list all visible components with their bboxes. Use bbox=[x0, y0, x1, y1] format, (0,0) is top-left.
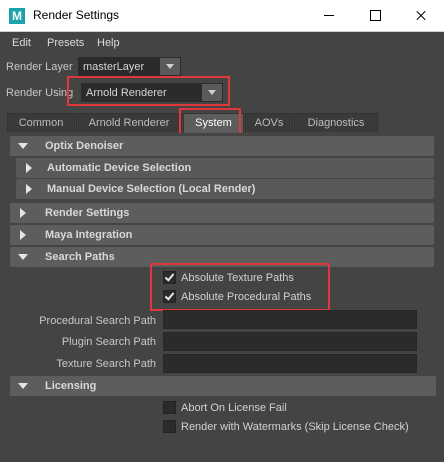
maya-app-icon: M bbox=[9, 8, 25, 24]
chevron-down-icon bbox=[202, 84, 222, 101]
procedural-search-path-input[interactable] bbox=[163, 310, 417, 329]
render-with-watermarks-label: Render with Watermarks (Skip License Che… bbox=[181, 421, 409, 433]
frame-label: Maya Integration bbox=[45, 229, 133, 241]
close-button[interactable] bbox=[398, 0, 444, 32]
title-bar: M Render Settings bbox=[0, 0, 444, 32]
frame-label: Manual Device Selection (Local Render) bbox=[47, 183, 256, 195]
tab-bar: Common Arnold Renderer System AOVs Diagn… bbox=[0, 113, 444, 133]
absolute-texture-paths-label: Absolute Texture Paths bbox=[181, 272, 294, 284]
frame-label: Licensing bbox=[45, 380, 97, 392]
collapse-arrow-icon bbox=[18, 383, 28, 389]
render-using-value: Arnold Renderer bbox=[86, 87, 167, 99]
window-title: Render Settings bbox=[33, 8, 120, 22]
frame-label: Search Paths bbox=[45, 251, 115, 263]
frame-label: Render Settings bbox=[45, 207, 130, 219]
tab-aovs[interactable]: AOVs bbox=[245, 113, 293, 132]
abort-on-license-fail-checkbox[interactable] bbox=[163, 401, 176, 414]
absolute-procedural-paths-checkbox[interactable] bbox=[163, 290, 176, 303]
collapse-arrow-icon bbox=[18, 254, 28, 260]
texture-search-path-input[interactable] bbox=[163, 354, 417, 373]
checkmark-icon bbox=[164, 271, 175, 282]
collapse-arrow-icon bbox=[18, 143, 28, 149]
frame-render-settings[interactable]: Render Settings bbox=[10, 203, 434, 223]
render-with-watermarks-checkbox[interactable] bbox=[163, 420, 176, 433]
expand-arrow-icon bbox=[20, 230, 26, 240]
absolute-texture-paths-checkbox[interactable] bbox=[163, 271, 176, 284]
absolute-procedural-paths-label: Absolute Procedural Paths bbox=[181, 291, 312, 303]
render-layer-label: Render Layer bbox=[6, 61, 73, 73]
frame-label: Automatic Device Selection bbox=[47, 162, 192, 174]
procedural-search-path-label: Procedural Search Path bbox=[39, 315, 156, 327]
tab-diagnostics[interactable]: Diagnostics bbox=[294, 113, 378, 132]
render-layer-value: masterLayer bbox=[83, 61, 145, 73]
tab-arnold-renderer[interactable]: Arnold Renderer bbox=[76, 113, 182, 132]
abort-on-license-fail-label: Abort On License Fail bbox=[181, 402, 287, 414]
checkmark-icon bbox=[164, 290, 175, 301]
render-using-label: Render Using bbox=[6, 87, 74, 99]
menu-presets[interactable]: Presets bbox=[47, 37, 84, 49]
expand-arrow-icon bbox=[26, 184, 32, 194]
chevron-down-icon bbox=[160, 58, 180, 75]
frame-manual-device-selection[interactable]: Manual Device Selection (Local Render) bbox=[16, 179, 434, 199]
frame-licensing[interactable]: Licensing bbox=[10, 376, 436, 396]
tab-system[interactable]: System bbox=[183, 113, 244, 133]
maximize-button[interactable] bbox=[352, 0, 398, 32]
render-layer-dropdown[interactable]: masterLayer bbox=[78, 57, 181, 76]
frame-search-paths[interactable]: Search Paths bbox=[10, 247, 434, 267]
frame-label: Optix Denoiser bbox=[45, 140, 124, 152]
frame-maya-integration[interactable]: Maya Integration bbox=[10, 225, 434, 245]
plugin-search-path-label: Plugin Search Path bbox=[61, 336, 156, 348]
texture-search-path-label: Texture Search Path bbox=[56, 358, 156, 370]
menu-bar: Edit Presets Help bbox=[0, 32, 444, 54]
frame-automatic-device-selection[interactable]: Automatic Device Selection bbox=[16, 158, 434, 178]
minimize-button[interactable] bbox=[306, 0, 352, 32]
expand-arrow-icon bbox=[26, 163, 32, 173]
plugin-search-path-input[interactable] bbox=[163, 332, 417, 351]
menu-edit[interactable]: Edit bbox=[12, 37, 31, 49]
frame-optix-denoiser[interactable]: Optix Denoiser bbox=[10, 136, 434, 156]
menu-help[interactable]: Help bbox=[97, 37, 120, 49]
tab-common[interactable]: Common bbox=[7, 113, 75, 132]
expand-arrow-icon bbox=[20, 208, 26, 218]
render-using-dropdown[interactable]: Arnold Renderer bbox=[81, 83, 223, 102]
